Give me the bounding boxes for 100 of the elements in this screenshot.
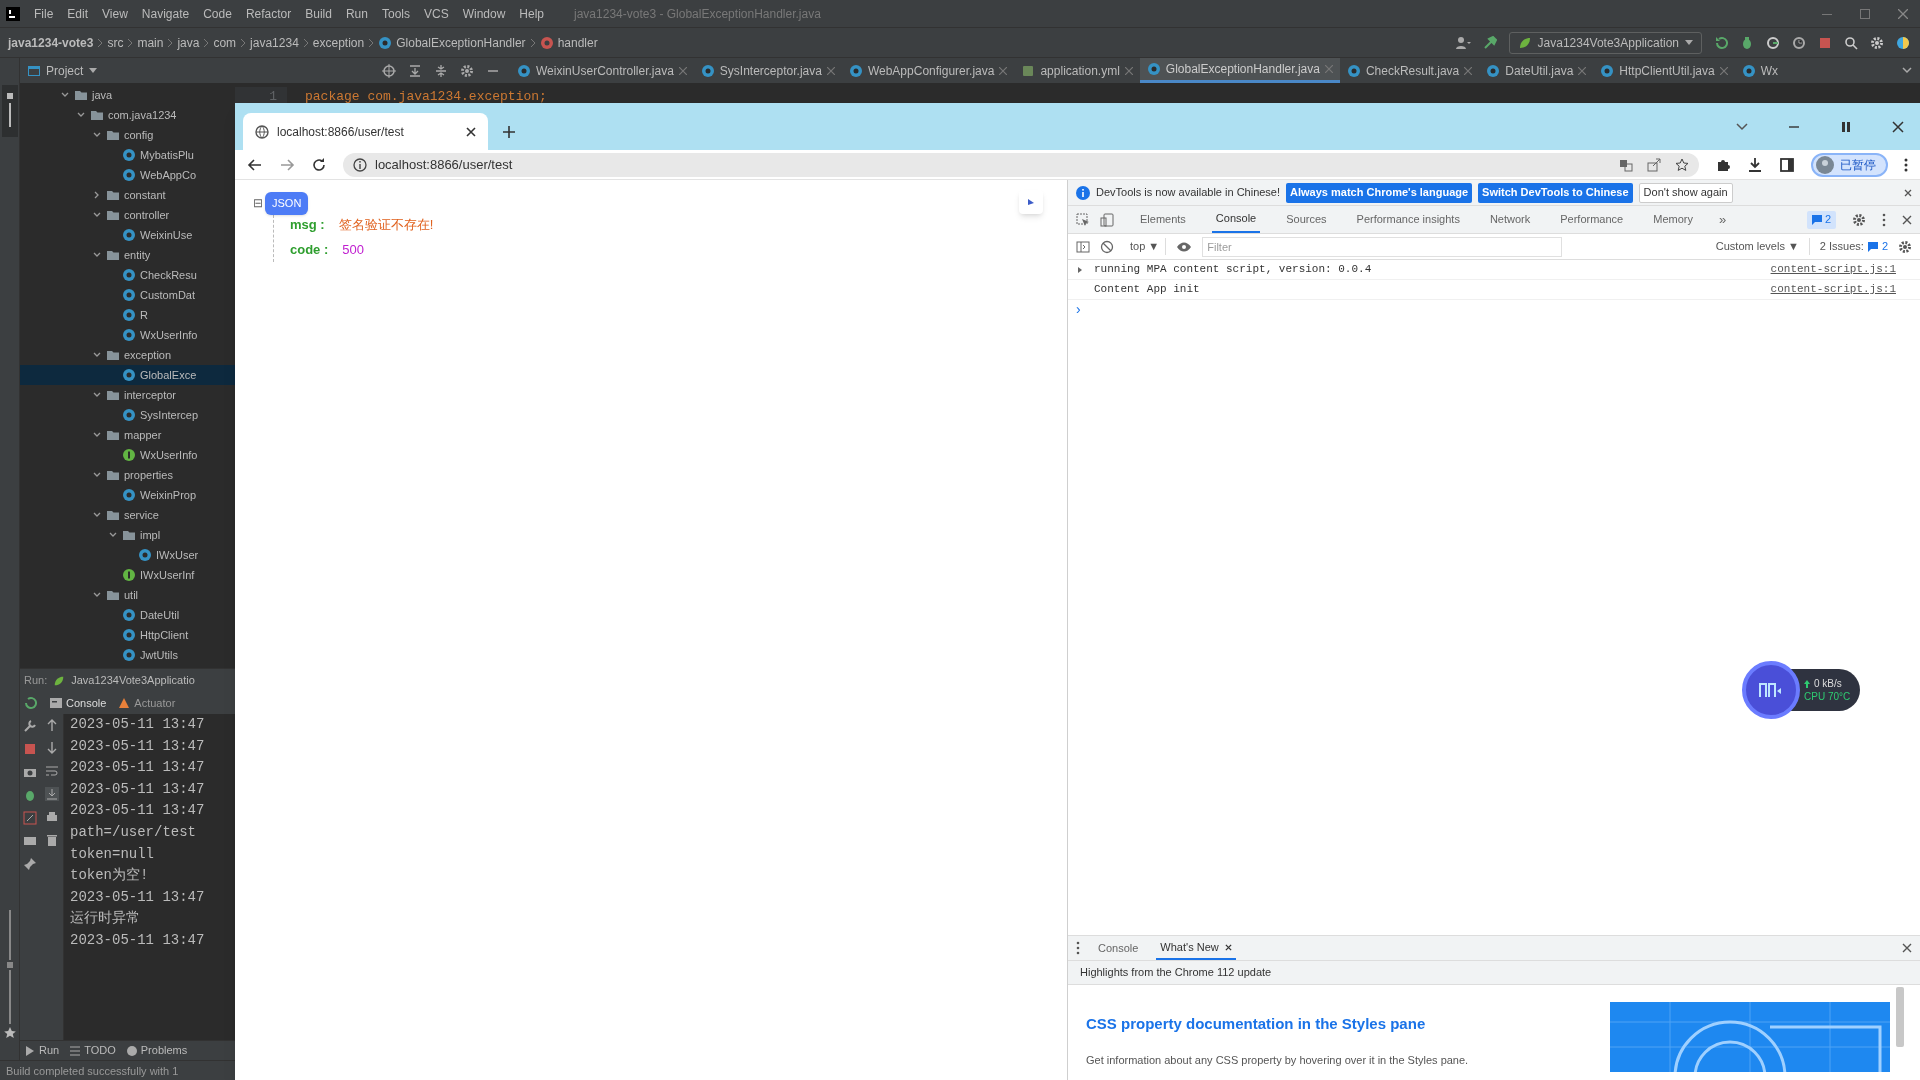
filter-field[interactable]: Filter: [1202, 236, 1563, 257]
devtools-tab[interactable]: Sources: [1282, 206, 1331, 233]
export-icon[interactable]: [23, 811, 37, 825]
breadcrumb-item[interactable]: main: [137, 33, 164, 52]
profiler-icon[interactable]: [1792, 35, 1806, 50]
menu-item[interactable]: File: [34, 4, 54, 23]
tree-item[interactable]: MybatisPlu: [20, 145, 235, 165]
console-prompt[interactable]: ›: [1076, 298, 1081, 320]
hammer-icon[interactable]: [1482, 35, 1497, 50]
info-action-button[interactable]: Always match Chrome's language: [1286, 182, 1473, 203]
star-icon[interactable]: [1675, 157, 1689, 172]
rerun-icon[interactable]: [23, 696, 37, 710]
menu-item[interactable]: Navigate: [141, 4, 190, 23]
wrap-icon[interactable]: [44, 764, 59, 778]
scrollbar-thumb[interactable]: [1896, 987, 1904, 1047]
devtools-tab[interactable]: Network: [1485, 206, 1535, 233]
chevron-down-icon[interactable]: [1902, 67, 1912, 74]
more-vert-icon[interactable]: [1904, 157, 1908, 172]
drawer-tab[interactable]: Console: [1094, 936, 1143, 960]
crosshair-icon[interactable]: [382, 63, 396, 78]
wrench-icon[interactable]: [23, 719, 37, 733]
article-title[interactable]: CSS property documentation in the Styles pane: [1086, 1013, 1610, 1036]
close-icon[interactable]: [1902, 214, 1912, 225]
tree-item[interactable]: java: [20, 85, 235, 105]
browser-tab[interactable]: localhost:8866/user/test: [243, 113, 488, 150]
devtools-tab[interactable]: Elements: [1136, 206, 1190, 233]
tree-item[interactable]: entity: [20, 245, 235, 265]
settings-icon[interactable]: [460, 63, 474, 78]
stop-icon[interactable]: [1818, 35, 1832, 50]
tool-window-tab[interactable]: TODO: [69, 1042, 116, 1059]
menu-item[interactable]: Edit: [67, 4, 89, 23]
source-link[interactable]: content-script.js:1: [1770, 261, 1896, 278]
source-link[interactable]: content-script.js:1: [1770, 281, 1896, 298]
address-bar[interactable]: localhost:8866/user/test: [343, 152, 1699, 177]
tree-item[interactable]: IWxUserInf: [20, 565, 235, 585]
info-action-button[interactable]: Switch DevTools to Chinese: [1478, 182, 1633, 203]
collapse-all-icon[interactable]: [434, 63, 448, 78]
issues-button[interactable]: 2 Issues: 2: [1808, 238, 1888, 255]
tree-item[interactable]: mapper: [20, 425, 235, 445]
menu-item[interactable]: Tools: [381, 4, 410, 23]
settings-icon[interactable]: [1852, 212, 1866, 227]
tree-item[interactable]: constant: [20, 185, 235, 205]
tree-item[interactable]: exception: [20, 345, 235, 365]
tree-item[interactable]: controller: [20, 205, 235, 225]
editor-tab[interactable]: HttpClientUtil.java: [1593, 58, 1735, 83]
clear-console-icon[interactable]: [1100, 239, 1114, 254]
tree-item[interactable]: com.java1234: [20, 105, 235, 125]
menu-item[interactable]: Run: [345, 4, 368, 23]
run-config-tab[interactable]: Java1234Vote3Applicatio: [71, 672, 195, 689]
devtools-tab[interactable]: Performance: [1556, 206, 1628, 233]
context-selector[interactable]: top ▼: [1124, 238, 1167, 255]
close-icon[interactable]: [1904, 188, 1912, 197]
run-configuration-dropdown[interactable]: Java1234Vote3Application: [1508, 31, 1702, 54]
editor-tab[interactable]: WeixinUserController.java: [510, 58, 694, 83]
devtools-tab[interactable]: Performance insights: [1352, 206, 1464, 233]
favorites-star-icon[interactable]: [3, 970, 16, 1040]
tree-item[interactable]: interceptor: [20, 385, 235, 405]
download-icon[interactable]: [1747, 156, 1763, 173]
tree-item[interactable]: WeixinUse: [20, 225, 235, 245]
messages-badge[interactable]: 2: [1806, 210, 1836, 229]
caret-icon[interactable]: [89, 68, 98, 73]
forward-icon[interactable]: [279, 156, 295, 173]
tree-item[interactable]: util: [20, 585, 235, 605]
editor-tab[interactable]: DateUtil.java: [1479, 58, 1594, 83]
more-vert-icon[interactable]: [1076, 941, 1080, 955]
tree-item[interactable]: DateUtil: [20, 605, 235, 625]
trash-icon[interactable]: [44, 833, 59, 847]
print-icon[interactable]: [44, 810, 59, 824]
expand-arrow-icon[interactable]: [1076, 265, 1084, 274]
tree-item[interactable]: CheckResu: [20, 265, 235, 285]
breadcrumb-item[interactable]: java1234: [250, 33, 299, 52]
menu-item[interactable]: Build: [305, 4, 332, 23]
breadcrumb-item[interactable]: src: [107, 33, 124, 52]
user-icon[interactable]: [1454, 35, 1471, 50]
close-icon[interactable]: [466, 126, 476, 137]
tree-item[interactable]: HttpClient: [20, 625, 235, 645]
coverage-icon[interactable]: [1766, 35, 1780, 50]
tree-item[interactable]: JwtUtils: [20, 645, 235, 665]
menu-item[interactable]: Refactor: [245, 4, 292, 23]
profile-button[interactable]: 已暂停: [1811, 152, 1888, 177]
editor-tab[interactable]: SysInterceptor.java: [693, 58, 842, 83]
breadcrumb-item[interactable]: com: [213, 33, 237, 52]
plugin-icon[interactable]: [1896, 35, 1910, 50]
actuator-tab[interactable]: Actuator: [118, 694, 176, 712]
tree-item[interactable]: R: [20, 305, 235, 325]
eye-icon[interactable]: [1176, 240, 1193, 253]
side-panel-icon[interactable]: [1779, 156, 1795, 173]
search-icon[interactable]: [1844, 35, 1858, 50]
stop-icon[interactable]: [23, 742, 37, 756]
tree-item[interactable]: WxUserInfo: [20, 445, 235, 465]
debug-icon[interactable]: [1740, 35, 1754, 50]
menu-item[interactable]: Help: [519, 4, 545, 23]
tree-item[interactable]: SysIntercep: [20, 405, 235, 425]
new-tab-icon[interactable]: [502, 124, 516, 139]
share-icon[interactable]: [1647, 157, 1661, 172]
viewer-toggle-button[interactable]: [1019, 190, 1043, 214]
rerun-icon[interactable]: [1714, 35, 1728, 50]
editor-tab[interactable]: CheckResult.java: [1339, 58, 1480, 83]
tree-item[interactable]: WeixinProp: [20, 485, 235, 505]
breadcrumb-item[interactable]: GlobalExceptionHandler: [396, 33, 526, 52]
